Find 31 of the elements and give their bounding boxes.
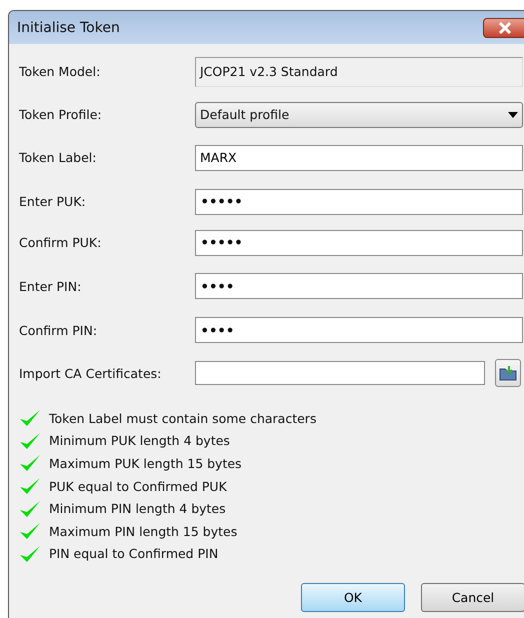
input-field[interactable] [195,361,485,385]
password-field[interactable]: ••••• [195,230,523,256]
validation-message: PIN equal to Confirmed PIN [49,546,218,562]
close-icon [498,22,512,34]
validation-message: Token Label must contain some characters [49,410,316,426]
validation-message: Maximum PUK length 15 bytes [49,456,242,471]
validation-message: Minimum PIN length 4 bytes [49,501,226,516]
field-label: Import CA Certificates: [19,366,162,380]
validation-message: Minimum PUK length 4 bytes [49,433,230,448]
profile-dropdown[interactable]: Default profile [195,102,523,128]
field-label: Token Label: [19,150,98,165]
close-button[interactable] [483,18,524,38]
field-label: Confirm PUK: [19,235,102,250]
field-label: Confirm PIN: [19,322,98,338]
field-label: Token Profile: [19,107,103,122]
browse-folder-button[interactable] [495,359,521,387]
dropdown-arrow-icon [508,112,518,118]
field-label: Token Model: [19,64,102,79]
folder-icon [499,365,517,381]
field-label: Enter PIN: [19,278,82,294]
validation-message: Maximum PIN length 15 bytes [49,524,238,539]
input-field[interactable]: MARX [195,144,523,170]
window-title: Initialise Token [17,20,120,36]
password-field[interactable]: •••• [195,273,523,299]
dialog-button[interactable]: OK [301,583,405,612]
validation-message: PUK equal to Confirmed PUK [49,478,227,494]
password-field[interactable]: •••• [195,317,523,343]
password-field[interactable]: ••••• [195,188,523,214]
model-field: JCOP21 v2.3 Standard [195,56,523,86]
dialog-button[interactable]: Cancel [421,583,524,612]
field-label: Enter PUK: [19,194,87,209]
